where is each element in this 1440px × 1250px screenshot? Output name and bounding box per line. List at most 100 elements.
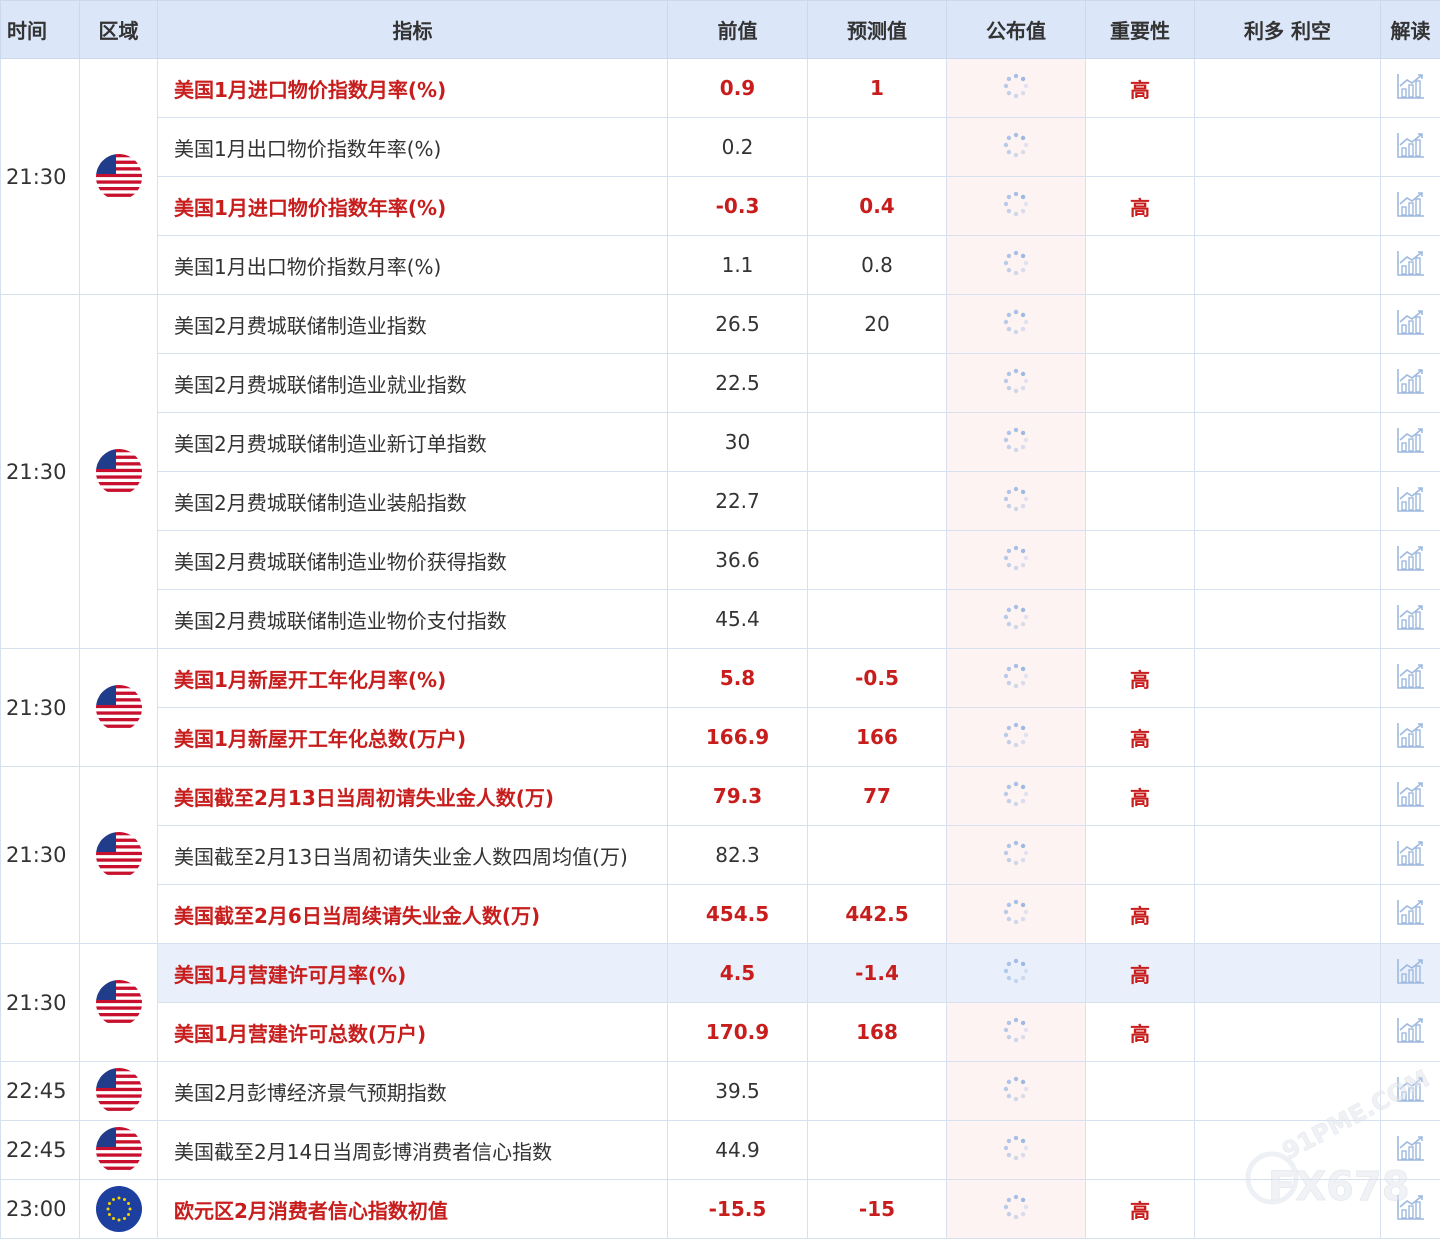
interpret-cell[interactable] xyxy=(1380,884,1440,944)
interpret-cell[interactable] xyxy=(1380,766,1440,826)
interpret-cell[interactable] xyxy=(1380,58,1440,118)
effect-cell xyxy=(1194,412,1381,472)
chart-icon[interactable] xyxy=(1396,1075,1426,1108)
interpret-cell[interactable] xyxy=(1380,943,1440,1003)
chart-icon[interactable] xyxy=(1396,721,1426,754)
table-row[interactable]: 美国2月费城联储制造业新订单指数 30 xyxy=(1,412,1440,472)
effect-cell xyxy=(1194,943,1381,1003)
interpret-cell[interactable] xyxy=(1380,1179,1440,1239)
loading-spinner-icon xyxy=(1002,426,1030,459)
us-flag-icon xyxy=(95,1127,142,1173)
chart-icon[interactable] xyxy=(1396,485,1426,518)
chart-icon[interactable] xyxy=(1396,898,1426,931)
table-row[interactable]: 21:30 美国2月费城联储制造业指数 26.5 20 xyxy=(0,294,1440,649)
effect-cell xyxy=(1194,825,1381,885)
chart-icon[interactable] xyxy=(1396,662,1426,695)
us-flag-icon xyxy=(95,684,142,731)
indicator-name[interactable]: 美国2月费城联储制造业装船指数 xyxy=(157,471,668,531)
chart-icon[interactable] xyxy=(1396,1134,1426,1167)
table-row[interactable]: 美国2月费城联储制造业装船指数 22.7 xyxy=(1,471,1440,531)
indicator-name[interactable]: 美国1月出口物价指数月率(%) xyxy=(157,235,668,295)
chart-icon[interactable] xyxy=(1396,190,1426,223)
chart-icon[interactable] xyxy=(1396,72,1426,105)
interpret-cell[interactable] xyxy=(1380,707,1440,767)
table-row[interactable]: 美国1月新屋开工年化总数(万户) 166.9 166 高 xyxy=(1,707,1440,767)
chart-icon[interactable] xyxy=(1396,367,1426,400)
chart-icon[interactable] xyxy=(1396,839,1426,872)
table-row[interactable]: 23:00 欧元区2月消费者信心指数初值 -15.5 -15 高 xyxy=(0,1179,1440,1239)
indicator-name[interactable]: 美国截至2月13日当周初请失业金人数四周均值(万) xyxy=(157,825,668,885)
table-row[interactable]: 美国1月营建许可总数(万户) 170.9 168 高 xyxy=(1,1002,1440,1062)
indicator-name[interactable]: 欧元区2月消费者信心指数初值 xyxy=(157,1179,668,1239)
indicator-name[interactable]: 美国1月营建许可总数(万户) xyxy=(157,1002,668,1062)
indicator-name[interactable]: 美国1月新屋开工年化总数(万户) xyxy=(157,707,668,767)
table-row[interactable]: 美国2月费城联储制造业物价支付指数 45.4 xyxy=(1,589,1440,649)
indicator-name[interactable]: 美国截至2月14日当周彭博消费者信心指数 xyxy=(157,1120,668,1180)
interpret-cell[interactable] xyxy=(1380,648,1440,708)
chart-icon[interactable] xyxy=(1396,603,1426,636)
indicator-name[interactable]: 美国1月进口物价指数年率(%) xyxy=(157,176,668,236)
header-previous: 前值 xyxy=(667,0,808,59)
table-row[interactable]: 21:30 美国截至2月13日当周初请失业金人数(万) 79.3 77 高 xyxy=(0,766,1440,944)
table-row[interactable]: 美国1月出口物价指数月率(%) 1.1 0.8 xyxy=(1,235,1440,295)
indicator-name[interactable]: 美国截至2月13日当周初请失业金人数(万) xyxy=(157,766,668,826)
interpret-cell[interactable] xyxy=(1380,235,1440,295)
table-row[interactable]: 美国截至2月13日当周初请失业金人数四周均值(万) 82.3 xyxy=(1,825,1440,885)
indicator-name[interactable]: 美国2月费城联储制造业指数 xyxy=(157,294,668,354)
table-row[interactable]: 21:30 美国1月新屋开工年化月率(%) 5.8 -0.5 高 xyxy=(0,648,1440,767)
chart-icon[interactable] xyxy=(1396,544,1426,577)
interpret-cell[interactable] xyxy=(1380,530,1440,590)
chart-icon[interactable] xyxy=(1396,249,1426,282)
published-value xyxy=(946,943,1086,1003)
importance-level: 高 xyxy=(1085,1002,1195,1062)
indicator-name[interactable]: 美国1月营建许可月率(%) xyxy=(157,943,668,1003)
interpret-cell[interactable] xyxy=(1380,825,1440,885)
interpret-cell[interactable] xyxy=(1380,117,1440,177)
forecast-value xyxy=(807,353,947,413)
loading-spinner-icon xyxy=(1002,780,1030,813)
interpret-cell[interactable] xyxy=(1380,353,1440,413)
table-row[interactable]: 美国2月费城联储制造业就业指数 22.5 xyxy=(1,353,1440,413)
published-value xyxy=(946,294,1086,354)
chart-icon[interactable] xyxy=(1396,1016,1426,1049)
table-row[interactable]: 22:45 美国截至2月14日当周彭博消费者信心指数 44.9 xyxy=(0,1120,1440,1180)
indicator-name[interactable]: 美国2月费城联储制造业就业指数 xyxy=(157,353,668,413)
table-row[interactable]: 21:30 美国1月营建许可月率(%) 4.5 -1.4 高 xyxy=(0,943,1440,1062)
indicator-name[interactable]: 美国2月费城联储制造业物价获得指数 xyxy=(157,530,668,590)
chart-icon[interactable] xyxy=(1396,426,1426,459)
indicator-name[interactable]: 美国2月彭博经济景气预期指数 xyxy=(157,1061,668,1121)
loading-spinner-icon xyxy=(1002,1016,1030,1049)
table-row[interactable]: 美国截至2月6日当周续请失业金人数(万) 454.5 442.5 高 xyxy=(1,884,1440,944)
interpret-cell[interactable] xyxy=(1380,1002,1440,1062)
indicator-name[interactable]: 美国1月新屋开工年化月率(%) xyxy=(157,648,668,708)
table-row[interactable]: 美国1月进口物价指数年率(%) -0.3 0.4 高 xyxy=(1,176,1440,236)
table-row[interactable]: 美国1月出口物价指数年率(%) 0.2 xyxy=(1,117,1440,177)
table-row[interactable]: 22:45 美国2月彭博经济景气预期指数 39.5 xyxy=(0,1061,1440,1121)
interpret-cell[interactable] xyxy=(1380,1120,1440,1180)
interpret-cell[interactable] xyxy=(1380,471,1440,531)
indicator-name[interactable]: 美国2月费城联储制造业物价支付指数 xyxy=(157,589,668,649)
previous-value: 4.5 xyxy=(667,943,808,1003)
table-row[interactable]: 21:30 美国1月进口物价指数月率(%) 0.9 1 高 xyxy=(0,58,1440,295)
chart-icon[interactable] xyxy=(1396,780,1426,813)
interpret-cell[interactable] xyxy=(1380,176,1440,236)
interpret-cell[interactable] xyxy=(1380,589,1440,649)
chart-icon[interactable] xyxy=(1396,308,1426,341)
importance-level xyxy=(1085,235,1195,295)
chart-icon[interactable] xyxy=(1396,131,1426,164)
indicator-name[interactable]: 美国1月进口物价指数月率(%) xyxy=(157,58,668,118)
loading-spinner-icon xyxy=(1002,131,1030,164)
interpret-cell[interactable] xyxy=(1380,294,1440,354)
table-row[interactable]: 美国2月费城联储制造业物价获得指数 36.6 xyxy=(1,530,1440,590)
previous-value: 1.1 xyxy=(667,235,808,295)
chart-icon[interactable] xyxy=(1396,957,1426,990)
indicator-name[interactable]: 美国截至2月6日当周续请失业金人数(万) xyxy=(157,884,668,944)
indicator-name[interactable]: 美国1月出口物价指数年率(%) xyxy=(157,117,668,177)
indicator-name[interactable]: 美国2月费城联储制造业新订单指数 xyxy=(157,412,668,472)
importance-level: 高 xyxy=(1085,766,1195,826)
loading-spinner-icon xyxy=(1002,662,1030,695)
interpret-cell[interactable] xyxy=(1380,1061,1440,1121)
chart-icon[interactable] xyxy=(1396,1193,1426,1226)
interpret-cell[interactable] xyxy=(1380,412,1440,472)
previous-value: 22.5 xyxy=(667,353,808,413)
